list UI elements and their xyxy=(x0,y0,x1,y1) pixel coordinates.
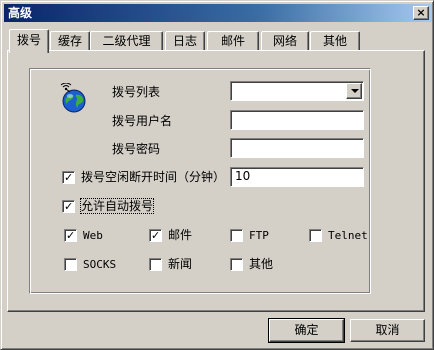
idle-minutes-input[interactable]: 10 xyxy=(230,167,364,187)
close-icon: × xyxy=(416,6,426,19)
service-telnet-checkbox[interactable] xyxy=(309,229,322,242)
dial-list-select[interactable] xyxy=(230,81,364,101)
ok-button-label: 确定 xyxy=(294,323,319,337)
idle-disconnect-checkbox[interactable] xyxy=(62,171,75,184)
tab-cache[interactable]: 缓存 xyxy=(50,31,90,51)
service-news-label: 新闻 xyxy=(168,257,193,271)
cancel-button-label: 取消 xyxy=(375,323,400,337)
service-ftp-checkbox[interactable] xyxy=(230,229,243,242)
service-mail-label: 邮件 xyxy=(168,228,193,242)
idle-disconnect-label: 拨号空闲断开时间（分钟） xyxy=(81,170,226,184)
close-button[interactable]: × xyxy=(413,6,429,20)
tab-log[interactable]: 日志 xyxy=(165,31,205,51)
advanced-dialog: 高级 × 拨号 缓存 二级代理 日志 邮件 网络 其他 拨号列表 拨号用户名 拨… xyxy=(0,0,434,350)
chevron-down-icon[interactable] xyxy=(346,83,362,99)
auto-dial-label: 允许自动拨号 xyxy=(79,198,155,214)
service-telnet-label: Telnet xyxy=(328,229,368,242)
cancel-button[interactable]: 取消 xyxy=(350,319,425,342)
globe-network-icon xyxy=(60,83,86,113)
idle-minutes-value: 10 xyxy=(235,169,251,183)
service-other-label: 其他 xyxy=(249,257,274,271)
title-bar: 高级 × xyxy=(4,4,432,22)
service-ftp-label: FTP xyxy=(249,229,269,242)
tab-other[interactable]: 其他 xyxy=(310,31,360,51)
auto-dial-checkbox[interactable] xyxy=(62,200,75,213)
tab-secondary-proxy[interactable]: 二级代理 xyxy=(90,31,163,51)
service-web-label: Web xyxy=(83,229,103,242)
ok-button[interactable]: 确定 xyxy=(268,318,345,343)
service-socks-checkbox[interactable] xyxy=(64,258,77,271)
tab-dial[interactable]: 拨号 xyxy=(9,29,49,53)
tab-label: 拨号 xyxy=(16,33,41,47)
dial-list-label: 拨号列表 xyxy=(112,85,161,99)
tab-label: 二级代理 xyxy=(102,34,151,48)
tab-label: 日志 xyxy=(172,34,197,48)
service-other-checkbox[interactable] xyxy=(230,258,243,271)
tab-network[interactable]: 网络 xyxy=(261,31,309,51)
service-mail-checkbox[interactable] xyxy=(149,229,162,242)
tab-label: 其他 xyxy=(322,34,347,48)
tab-label: 邮件 xyxy=(220,34,245,48)
tab-mail[interactable]: 邮件 xyxy=(207,31,259,51)
dial-username-input[interactable] xyxy=(230,110,364,130)
dial-username-label: 拨号用户名 xyxy=(112,114,173,128)
service-web-checkbox[interactable] xyxy=(64,229,77,242)
window-title: 高级 xyxy=(8,6,33,20)
tab-label: 缓存 xyxy=(57,34,82,48)
service-socks-label: SOCKS xyxy=(83,258,117,271)
service-news-checkbox[interactable] xyxy=(149,258,162,271)
dial-password-label: 拨号密码 xyxy=(112,142,161,156)
dial-password-input[interactable] xyxy=(230,138,364,158)
tab-label: 网络 xyxy=(272,34,297,48)
